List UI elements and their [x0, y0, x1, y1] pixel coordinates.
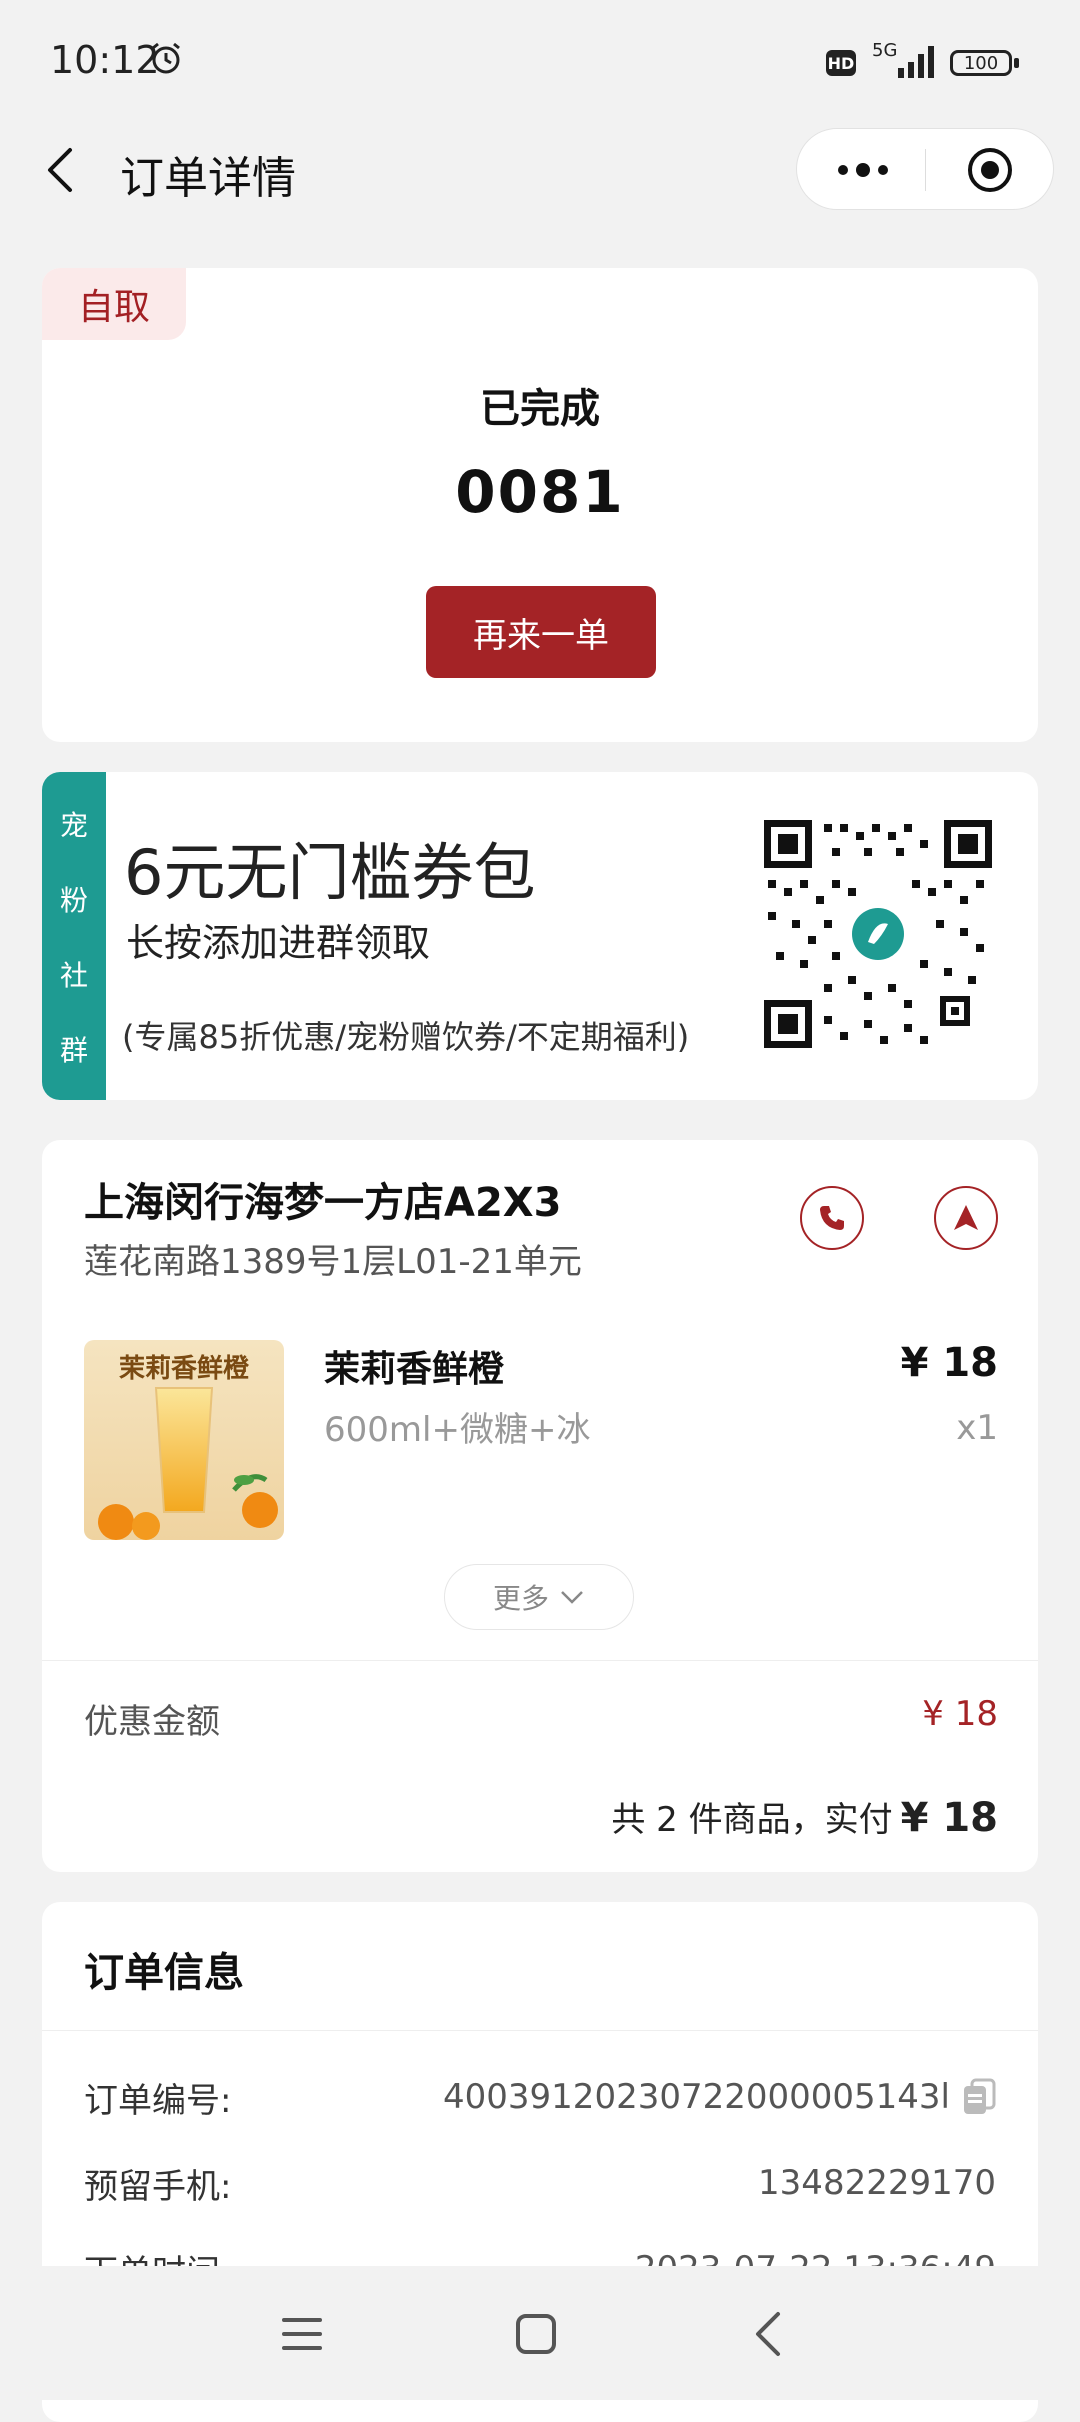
- order-number-row: 订单编号: 40039120230722000005143l: [84, 2072, 996, 2122]
- copy-icon[interactable]: [962, 2078, 996, 2116]
- battery-tip: [1014, 58, 1019, 68]
- order-number-value: 40039120230722000005143l: [443, 2077, 950, 2117]
- page-title: 订单详情: [120, 153, 296, 204]
- system-nav-bar: [0, 2266, 1080, 2400]
- order-status-card: 自取 已完成 0081 再来一单: [42, 268, 1038, 742]
- menu-icon[interactable]: [274, 2306, 330, 2362]
- discount-value: ¥ 18: [922, 1694, 998, 1734]
- show-more-label: 更多: [492, 1582, 549, 1615]
- phone-icon: [820, 1206, 844, 1230]
- back-icon[interactable]: [742, 2306, 798, 2362]
- phone-row: 预留手机: 13482229170: [84, 2158, 996, 2208]
- signal-icon: [898, 46, 934, 78]
- more-menu-icon[interactable]: [833, 157, 893, 183]
- promo-side-char: 粉: [59, 883, 88, 917]
- reorder-button[interactable]: 再来一单: [426, 586, 656, 678]
- order-number-label: 订单编号:: [84, 2080, 232, 2121]
- store-name: 上海闵行海梦一方店A2X3: [84, 1180, 562, 1226]
- promo-title: 6元无门槛券包: [124, 836, 536, 909]
- promo-subtitle: 长按添加进群领取: [126, 921, 431, 965]
- store-order-card: 上海闵行海梦一方店A2X3 莲花南路1389号1层L01-21单元 茉莉香鲜橙 …: [42, 1140, 1038, 1872]
- product-spec: 600ml+微糖+冰: [324, 1410, 591, 1450]
- order-status-text: 已完成: [480, 386, 600, 432]
- order-info-title: 订单信息: [84, 1950, 244, 1996]
- phone-label: 预留手机:: [84, 2166, 232, 2207]
- discount-label: 优惠金额: [84, 1702, 220, 1742]
- product-image-caption: 茉莉香鲜橙: [118, 1354, 249, 1384]
- product-image: 茉莉香鲜橙: [84, 1340, 284, 1540]
- status-time: 10:12: [50, 38, 160, 82]
- nav-bar: 订单详情: [0, 120, 1080, 220]
- promo-side-char: 宠: [59, 808, 88, 842]
- chevron-down-icon: [561, 1591, 583, 1604]
- order-number-value-wrap: 40039120230722000005143l: [443, 2077, 996, 2117]
- pickup-number: 0081: [455, 458, 625, 526]
- hd-badge: HD: [826, 50, 856, 76]
- miniprogram-capsule: [796, 128, 1054, 210]
- show-more-button[interactable]: 更多: [444, 1564, 634, 1630]
- phone-value: 13482229170: [758, 2163, 996, 2203]
- divider: [42, 1660, 1038, 1661]
- call-store-button[interactable]: [800, 1186, 864, 1250]
- back-arrow-icon[interactable]: [40, 142, 80, 198]
- product-price: ¥ 18: [900, 1340, 998, 1386]
- total-text: 共 2 件商品，实付: [611, 1800, 893, 1840]
- order-total: 共 2 件商品，实付 ¥ 18: [611, 1792, 998, 1841]
- product-name: 茉莉香鲜橙: [324, 1349, 505, 1390]
- total-amount: ¥ 18: [900, 1795, 998, 1841]
- close-miniprogram-icon[interactable]: [967, 147, 1013, 193]
- alarm-icon: [152, 42, 180, 74]
- home-icon[interactable]: [508, 2306, 564, 2362]
- promo-side-label: 宠 粉 社 群: [42, 772, 106, 1100]
- promo-side-char: 群: [59, 1033, 88, 1067]
- product-quantity: x1: [956, 1408, 998, 1448]
- group-qr-code[interactable]: [764, 820, 992, 1048]
- promo-note: (专属85折优惠/宠粉赠饮券/不定期福利): [122, 1018, 690, 1056]
- navigation-arrow-icon: [954, 1205, 978, 1230]
- promo-side-char: 社: [59, 958, 88, 992]
- divider: [42, 2030, 1038, 2031]
- pickup-tag: 自取: [42, 268, 186, 340]
- store-address: 莲花南路1389号1层L01-21单元: [84, 1242, 582, 1282]
- community-promo-card: 宠 粉 社 群 6元无门槛券包 长按添加进群领取 (专属85折优惠/宠粉赠饮券/…: [42, 772, 1038, 1100]
- battery-indicator: 100: [950, 50, 1012, 76]
- navigate-store-button[interactable]: [934, 1186, 998, 1250]
- status-bar: 10:12 HD 5G 100: [0, 0, 1080, 120]
- capsule-divider: [925, 149, 926, 191]
